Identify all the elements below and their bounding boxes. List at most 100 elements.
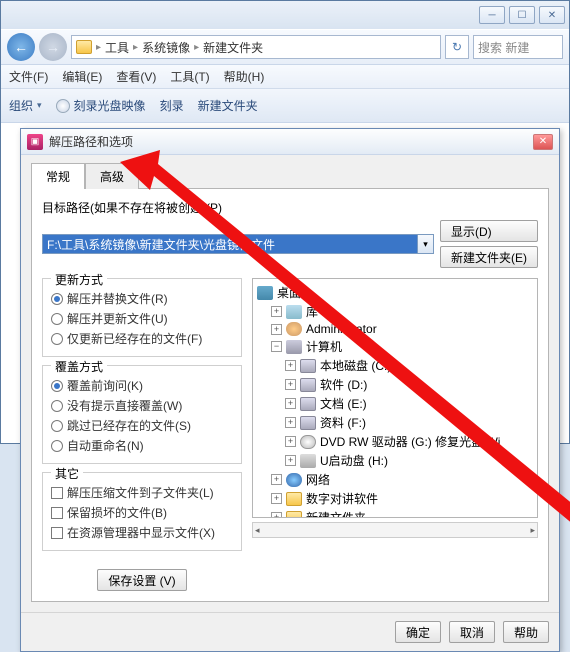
close-button[interactable]: ✕ (539, 6, 565, 24)
new-folder-button[interactable]: 新建文件夹 (198, 97, 258, 114)
expand-icon[interactable]: + (271, 493, 282, 504)
scroll-right-icon[interactable]: ▸ (530, 525, 535, 536)
folder-icon (286, 492, 302, 506)
tree-node-desktop[interactable]: 桌面 (257, 283, 533, 302)
breadcrumb-seg[interactable]: 系统镜像 (142, 39, 190, 56)
tree-node-drive-c[interactable]: +本地磁盘 (C:) (257, 356, 533, 375)
back-button[interactable]: ← (7, 33, 35, 61)
chevron-right-icon: ▸ (96, 42, 101, 53)
refresh-button[interactable]: ↻ (445, 35, 469, 59)
menu-view[interactable]: 查看(V) (116, 68, 156, 85)
ok-button[interactable]: 确定 (395, 621, 441, 643)
display-button[interactable]: 显示(D) (440, 220, 538, 242)
menu-bar: 文件(F) 编辑(E) 查看(V) 工具(T) 帮助(H) (1, 65, 569, 89)
tab-strip: 常规 高级 (31, 163, 549, 189)
group-legend: 其它 (51, 465, 83, 482)
menu-tools[interactable]: 工具(T) (170, 68, 209, 85)
menu-edit[interactable]: 编辑(E) (62, 68, 102, 85)
maximize-button[interactable]: ☐ (509, 6, 535, 24)
tree-node-newfolder[interactable]: +新建文件夹 (257, 508, 533, 518)
path-input[interactable] (42, 234, 418, 254)
tree-node-admin[interactable]: +Administrator (257, 321, 533, 337)
group-legend: 更新方式 (51, 271, 107, 288)
expand-icon[interactable]: + (271, 324, 282, 335)
search-input[interactable]: 搜索 新建 (473, 35, 563, 59)
drive-icon (300, 378, 316, 392)
expand-icon[interactable]: + (285, 417, 296, 428)
dialog-close-button[interactable]: ✕ (533, 134, 553, 150)
folder-tree[interactable]: 桌面 +库 +Administrator −计算机 +本地磁盘 (C:) +软件… (252, 278, 538, 518)
expand-icon[interactable]: + (285, 360, 296, 371)
dialog-body: 常规 高级 目标路径(如果不存在将被创建)(P) ▾ 显示(D) 新建文件夹(E… (21, 155, 559, 612)
tab-panel: 目标路径(如果不存在将被创建)(P) ▾ 显示(D) 新建文件夹(E) 更新方式… (31, 188, 549, 602)
dialog-footer: 确定 取消 帮助 (21, 612, 559, 651)
radio-icon (51, 440, 63, 452)
folder-icon (76, 40, 92, 54)
chevron-down-icon: ▾ (37, 100, 42, 111)
path-dropdown-button[interactable]: ▾ (418, 234, 434, 254)
radio-silent[interactable]: 没有提示直接覆盖(W) (51, 397, 233, 414)
burn-button[interactable]: 刻录 (160, 97, 184, 114)
tree-node-usb[interactable]: +U启动盘 (H:) (257, 451, 533, 470)
organize-button[interactable]: 组织▾ (9, 97, 42, 114)
radio-icon (51, 420, 63, 432)
radio-ask[interactable]: 覆盖前询问(K) (51, 377, 233, 394)
breadcrumb-seg[interactable]: 新建文件夹 (203, 39, 263, 56)
breadcrumb-seg[interactable]: 工具 (105, 39, 129, 56)
help-button[interactable]: 帮助 (503, 621, 549, 643)
tree-node-digital[interactable]: +数字对讲软件 (257, 489, 533, 508)
expand-icon[interactable]: + (271, 474, 282, 485)
extract-dialog: ▣ 解压路径和选项 ✕ 常规 高级 目标路径(如果不存在将被创建)(P) ▾ 显… (20, 128, 560, 652)
check-subfolder[interactable]: 解压压缩文件到子文件夹(L) (51, 484, 233, 501)
drive-icon (300, 397, 316, 411)
menu-file[interactable]: 文件(F) (9, 68, 48, 85)
new-folder-button[interactable]: 新建文件夹(E) (440, 246, 538, 268)
path-combo: ▾ (42, 234, 434, 254)
checkbox-icon (51, 507, 63, 519)
dvd-icon (300, 435, 316, 449)
forward-button[interactable]: → (39, 33, 67, 61)
scroll-left-icon[interactable]: ◂ (255, 525, 260, 536)
expand-icon[interactable]: + (285, 436, 296, 447)
tab-general[interactable]: 常规 (31, 163, 85, 189)
dialog-title: 解压路径和选项 (49, 133, 527, 150)
expand-icon[interactable]: + (285, 455, 296, 466)
tree-node-network[interactable]: +网络 (257, 470, 533, 489)
user-icon (286, 322, 302, 336)
tree-node-dvd[interactable]: +DVD RW 驱动器 (G:) 修复光盘 Wi (257, 432, 533, 451)
save-settings-button[interactable]: 保存设置 (V) (97, 569, 186, 591)
horizontal-scrollbar[interactable]: ◂▸ (252, 522, 538, 538)
toolbar: 组织▾ 刻录光盘映像 刻录 新建文件夹 (1, 89, 569, 123)
radio-skip[interactable]: 跳过已经存在的文件(S) (51, 417, 233, 434)
check-explorer[interactable]: 在资源管理器中显示文件(X) (51, 524, 233, 541)
desktop-icon (257, 286, 273, 300)
address-bar[interactable]: ▸ 工具 ▸ 系统镜像 ▸ 新建文件夹 (71, 35, 441, 59)
expand-icon[interactable]: + (271, 512, 282, 518)
radio-fresh[interactable]: 仅更新已经存在的文件(F) (51, 330, 233, 347)
drive-icon (300, 359, 316, 373)
tree-node-drive-f[interactable]: +资料 (F:) (257, 413, 533, 432)
nav-row: ← → ▸ 工具 ▸ 系统镜像 ▸ 新建文件夹 ↻ 搜索 新建 (1, 29, 569, 65)
cancel-button[interactable]: 取消 (449, 621, 495, 643)
tree-node-libraries[interactable]: +库 (257, 302, 533, 321)
collapse-icon[interactable]: − (271, 341, 282, 352)
radio-icon (51, 293, 63, 305)
radio-update[interactable]: 解压并更新文件(U) (51, 310, 233, 327)
radio-icon (51, 380, 63, 392)
tree-node-drive-d[interactable]: +软件 (D:) (257, 375, 533, 394)
expand-icon[interactable]: + (285, 398, 296, 409)
minimize-button[interactable]: ─ (479, 6, 505, 24)
menu-help[interactable]: 帮助(H) (224, 68, 265, 85)
usb-icon (300, 454, 316, 468)
tree-node-computer[interactable]: −计算机 (257, 337, 533, 356)
burn-image-button[interactable]: 刻录光盘映像 (56, 97, 146, 114)
update-group: 更新方式 解压并替换文件(R) 解压并更新文件(U) 仅更新已经存在的文件(F) (42, 278, 242, 357)
tree-node-drive-e[interactable]: +文档 (E:) (257, 394, 533, 413)
radio-rename[interactable]: 自动重命名(N) (51, 437, 233, 454)
check-keepbroken[interactable]: 保留损坏的文件(B) (51, 504, 233, 521)
expand-icon[interactable]: + (271, 306, 282, 317)
expand-icon[interactable]: + (285, 379, 296, 390)
radio-replace[interactable]: 解压并替换文件(R) (51, 290, 233, 307)
folder-icon (286, 511, 302, 519)
tab-advanced[interactable]: 高级 (85, 163, 139, 189)
